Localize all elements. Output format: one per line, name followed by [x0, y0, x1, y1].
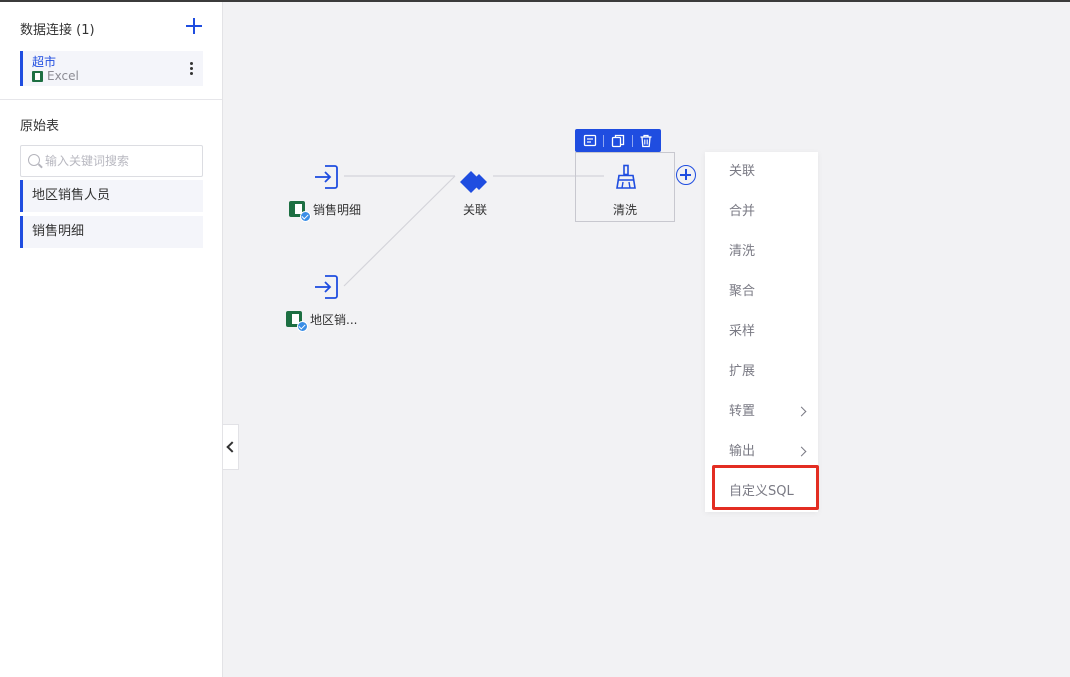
node-toolbar: [575, 129, 661, 152]
connection-type: Excel: [47, 69, 79, 83]
menu-item-label: 转置: [729, 404, 756, 419]
toolbar-separator: [603, 134, 605, 147]
excel-icon: [32, 70, 43, 82]
menu-item-extend[interactable]: 扩展: [705, 352, 818, 392]
toolbar-separator: [631, 134, 633, 147]
connection-card[interactable]: 超市 Excel: [20, 51, 203, 86]
menu-item-custom-sql[interactable]: 自定义SQL: [705, 472, 818, 512]
menu-item-sample[interactable]: 采样: [705, 312, 818, 352]
table-item-region-sales[interactable]: 地区销售人员: [20, 180, 203, 212]
node-label-region-sales: 地区销...: [310, 313, 358, 327]
note-icon[interactable]: [582, 133, 598, 149]
more-options-icon[interactable]: [188, 62, 194, 76]
check-icon: [300, 211, 311, 222]
search-icon: [28, 154, 40, 166]
connection-type-row: Excel: [32, 69, 79, 83]
broom-icon: [616, 164, 636, 189]
node-label-sales-detail: 销售明细: [313, 203, 362, 217]
menu-item-label: 清洗: [729, 244, 756, 259]
chevron-right-icon: [796, 446, 807, 457]
input-arrow-icon[interactable]: [313, 274, 339, 300]
sidebar-divider: [0, 99, 222, 100]
check-icon: [297, 321, 308, 332]
flow-canvas: 销售明细 地区销... 关联 清洗 关联 合并 清洗 聚合 采样 扩展 转置 输…: [224, 2, 1070, 677]
input-arrow-icon[interactable]: [313, 164, 339, 190]
menu-item-aggregate[interactable]: 聚合: [705, 272, 818, 312]
menu-item-label: 关联: [729, 164, 756, 179]
raw-tables-title: 原始表: [20, 119, 60, 134]
add-connection-plus-icon[interactable]: [184, 16, 204, 36]
menu-item-union[interactable]: 合并: [705, 192, 818, 232]
add-node-plus-icon[interactable]: [676, 165, 696, 185]
copy-icon[interactable]: [610, 133, 626, 149]
table-item-sales-detail[interactable]: 销售明细: [20, 216, 203, 248]
connection-name: 超市: [32, 55, 57, 69]
menu-item-output[interactable]: 输出: [705, 432, 818, 472]
sidebar: 数据连接 (1) 超市 Excel 原始表 地区销售人员 销售明细: [0, 2, 223, 677]
add-node-menu: 关联 合并 清洗 聚合 采样 扩展 转置 输出 自定义SQL: [705, 152, 818, 512]
connector-lines: [343, 175, 604, 287]
search-input[interactable]: [45, 151, 195, 171]
menu-item-label: 采样: [729, 324, 756, 339]
menu-item-label: 扩展: [729, 364, 756, 379]
menu-item-label: 聚合: [729, 284, 756, 299]
menu-item-join[interactable]: 关联: [705, 152, 818, 192]
join-diamond-icon[interactable]: [459, 170, 491, 196]
menu-item-pivot[interactable]: 转置: [705, 392, 818, 432]
clean-node[interactable]: 清洗: [575, 152, 675, 222]
menu-item-label: 合并: [729, 204, 756, 219]
search-box: [20, 145, 203, 177]
menu-item-label: 输出: [729, 444, 756, 459]
trash-icon[interactable]: [638, 133, 654, 149]
node-label-clean: 清洗: [613, 203, 638, 217]
node-label-join: 关联: [463, 203, 488, 217]
chevron-right-icon: [796, 406, 807, 417]
menu-item-label: 自定义SQL: [729, 484, 794, 499]
connections-title: 数据连接 (1): [20, 23, 95, 38]
menu-item-clean[interactable]: 清洗: [705, 232, 818, 272]
